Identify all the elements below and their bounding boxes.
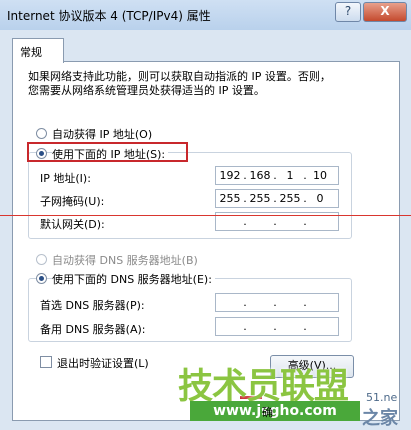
- close-button[interactable]: X: [363, 2, 407, 22]
- preferred-dns-label: 首选 DNS 服务器(P):: [40, 299, 145, 312]
- mask-octet-3: 255: [279, 192, 301, 205]
- watermark-site-cn: 之家: [362, 408, 398, 429]
- tab-general-label: 常规: [20, 46, 42, 59]
- ip-address-label: IP 地址(I):: [40, 172, 91, 185]
- dns-manual-radio[interactable]: [36, 273, 47, 284]
- validate-checkbox[interactable]: [40, 356, 52, 368]
- help-button[interactable]: ?: [335, 2, 361, 22]
- watermark-site-fragment: 51.ne: [366, 391, 398, 404]
- ip-octet-1: 192: [219, 169, 241, 182]
- dns-manual-label: 使用下面的 DNS 服务器地址(E):: [52, 271, 215, 287]
- watermark-text-fragment: 确: [262, 406, 273, 419]
- alternate-dns-field[interactable]: ...: [215, 317, 339, 336]
- ip-auto-label: 自动获得 IP 地址(O): [52, 128, 153, 141]
- mask-octet-1: 255: [219, 192, 241, 205]
- description-line-2: 您需要从网络系统管理员处获得适当的 IP 设置。: [28, 84, 265, 97]
- ip-auto-radio[interactable]: [36, 128, 47, 139]
- tab-general[interactable]: 常规: [12, 38, 64, 63]
- description: 如果网络支持此功能，则可以获取自动指派的 IP 设置。否则， 您需要从网络系统管…: [28, 70, 331, 98]
- validate-label: 退出时验证设置(L): [57, 357, 149, 370]
- mask-octet-2: 255: [249, 192, 271, 205]
- subnet-mask-label: 子网掩码(U):: [40, 195, 105, 208]
- window-title: Internet 协议版本 4 (TCP/IPv4) 属性: [7, 9, 211, 23]
- dns-auto-label: 自动获得 DNS 服务器地址(B): [52, 254, 198, 267]
- title-bar: Internet 协议版本 4 (TCP/IPv4) 属性 ? X: [0, 0, 411, 30]
- mask-octet-4: 0: [316, 192, 324, 205]
- preferred-dns-field[interactable]: ...: [215, 293, 339, 312]
- ip-octet-3: 1: [286, 169, 294, 182]
- ip-octet-2: 168: [249, 169, 271, 182]
- subnet-mask-field[interactable]: 255. 255. 255. 0: [215, 189, 339, 208]
- highlight-box: [27, 142, 188, 162]
- description-line-1: 如果网络支持此功能，则可以获取自动指派的 IP 设置。否则，: [28, 70, 331, 83]
- ip-octet-4: 10: [313, 169, 327, 182]
- gateway-label: 默认网关(D):: [40, 218, 105, 231]
- dns-auto-radio[interactable]: [36, 254, 47, 265]
- watermark-url: www.jsgho.com: [190, 401, 360, 421]
- ip-address-field[interactable]: 192. 168. 1. 10: [215, 166, 339, 185]
- alternate-dns-label: 备用 DNS 服务器(A):: [40, 323, 146, 336]
- red-guide-line: [0, 215, 411, 216]
